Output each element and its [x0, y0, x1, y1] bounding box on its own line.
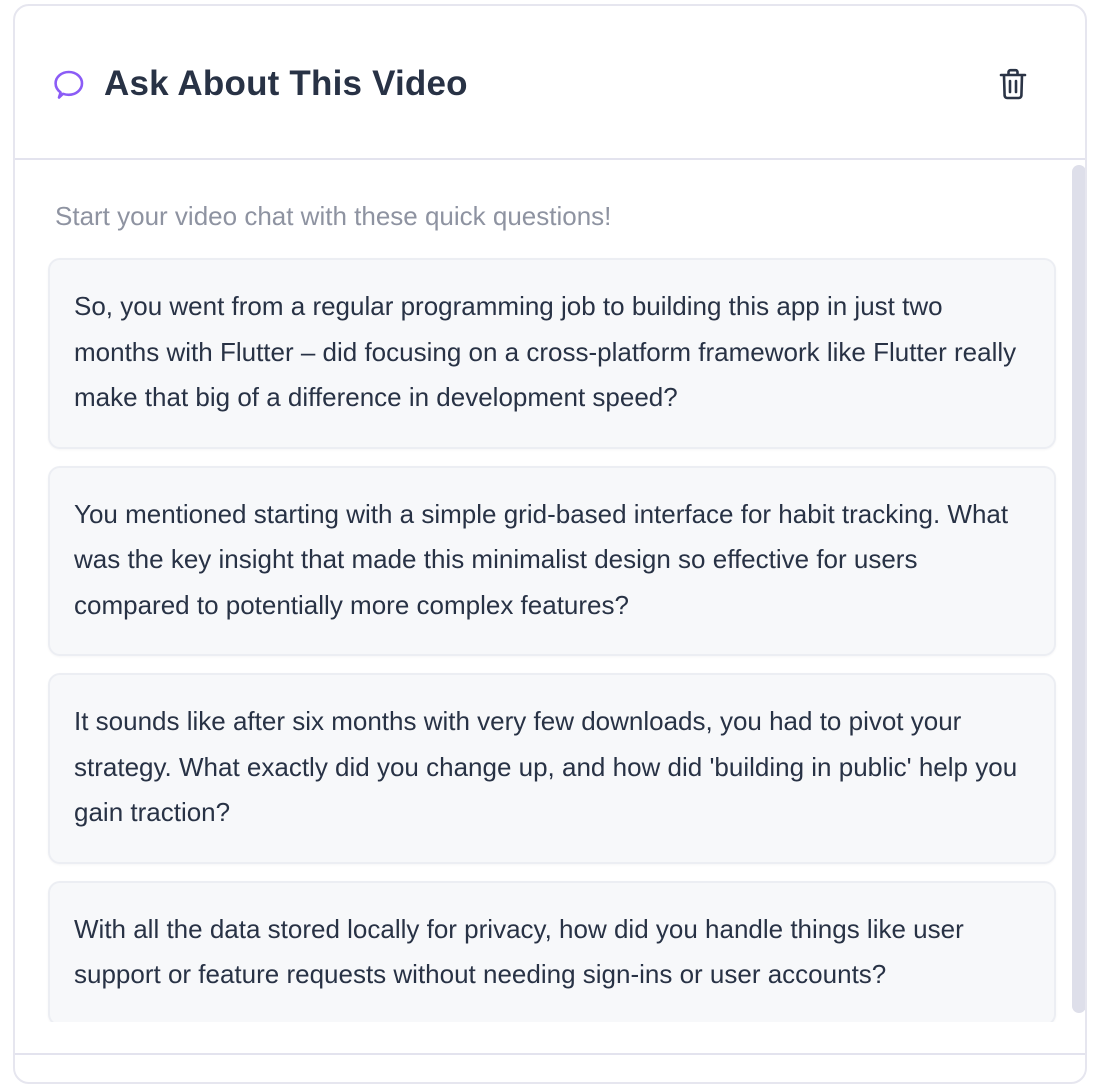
panel-header: Ask About This Video — [15, 6, 1085, 160]
chat-bubble-icon — [54, 70, 84, 99]
suggestions-hint: Start your video chat with these quick q… — [55, 201, 612, 231]
chat-body: Start your video chat with these quick q… — [15, 160, 1085, 1022]
suggested-question[interactable]: It sounds like after six months with ver… — [48, 673, 1056, 864]
scrollbar[interactable] — [1071, 163, 1085, 1015]
suggested-question[interactable]: With all the data stored locally for pri… — [48, 880, 1056, 1022]
chat-panel: Ask About This Video Start your video ch… — [13, 4, 1087, 1084]
panel-title: Ask About This Video — [104, 64, 468, 103]
footer-divider — [15, 1053, 1085, 1055]
suggested-question[interactable]: So, you went from a regular programming … — [48, 258, 1056, 449]
suggested-questions-list: So, you went from a regular programming … — [48, 258, 1056, 1022]
suggested-question[interactable]: You mentioned starting with a simple gri… — [48, 465, 1056, 656]
scrollbar-thumb[interactable] — [1072, 165, 1085, 1013]
clear-chat-button[interactable] — [987, 58, 1039, 110]
trash-icon — [999, 68, 1027, 100]
